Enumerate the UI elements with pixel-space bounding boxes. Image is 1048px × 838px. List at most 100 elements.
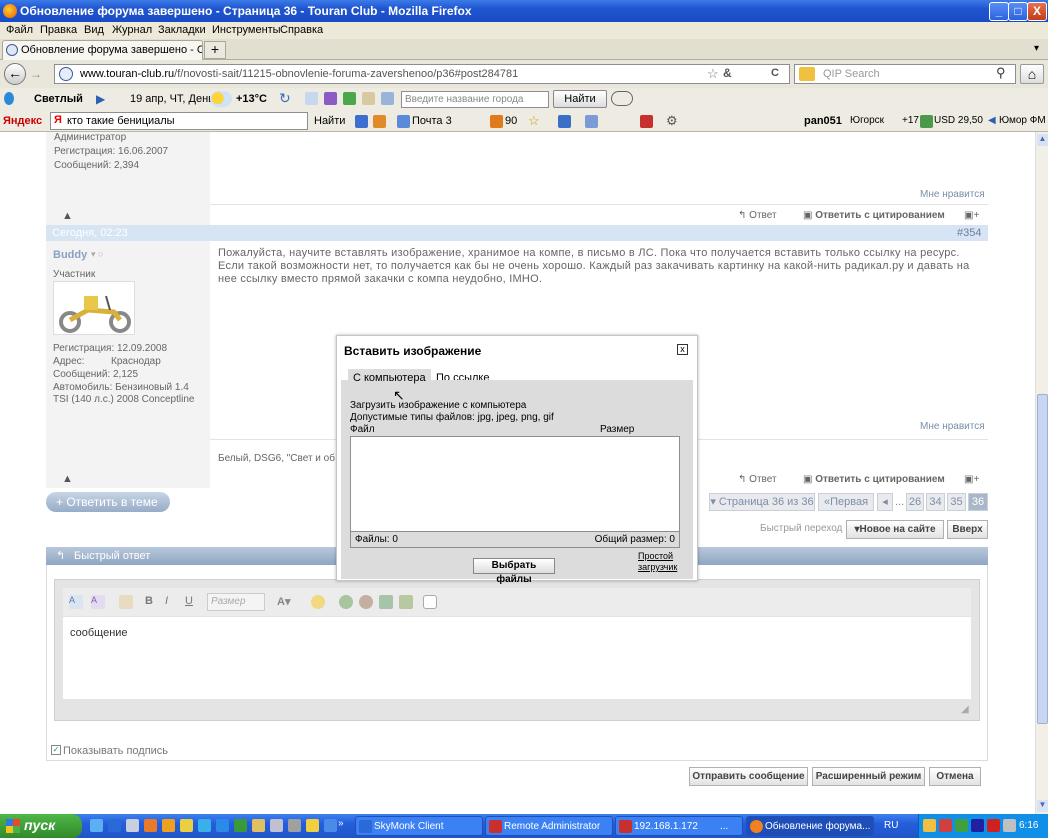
toolbar-icon-2[interactable]	[324, 92, 337, 105]
underline-icon[interactable]: U	[185, 595, 193, 607]
tray-icon-5[interactable]	[987, 819, 1000, 832]
dialog-close-button[interactable]: x	[677, 344, 688, 355]
video-icon[interactable]	[399, 595, 413, 609]
qip-search-input[interactable]: QIP Search ⚲	[794, 64, 1016, 84]
minimize-button[interactable]: _	[989, 2, 1009, 21]
simple-uploader-link[interactable]: Простой загрузчик	[638, 551, 682, 573]
url-bar[interactable]: www.touran-club.ru/f/novosti-sait/11215-…	[54, 64, 790, 84]
reply-thread-button[interactable]: + Ответить в теме	[46, 492, 170, 512]
close-button[interactable]: X	[1027, 2, 1047, 21]
font-icon[interactable]: A▾	[277, 595, 290, 608]
tray-icon-6[interactable]	[1003, 819, 1016, 832]
page-35[interactable]: 35	[947, 493, 966, 511]
post2-number[interactable]: #354	[957, 227, 981, 239]
post2-avatar[interactable]	[53, 281, 135, 335]
post2-author[interactable]: Buddy	[53, 249, 87, 261]
new-on-site-dropdown[interactable]: ▾Новое на сайте	[846, 520, 944, 539]
yandex-find-button[interactable]: Найти	[314, 115, 345, 127]
unlink-icon[interactable]	[359, 595, 373, 609]
paste-icon[interactable]	[119, 595, 133, 609]
maximize-button[interactable]: □	[1008, 2, 1028, 21]
yandex-icon-6[interactable]	[558, 115, 571, 128]
ampersand-icon[interactable]: &	[723, 66, 732, 80]
new-tab-button[interactable]: +	[204, 41, 226, 59]
city-input[interactable]: Введите название города	[401, 91, 549, 108]
quicklaunch-icon-14[interactable]	[324, 819, 337, 832]
forward-button[interactable]: →	[30, 67, 42, 81]
menu-view[interactable]: Вид	[84, 24, 104, 36]
task-192[interactable]: 192.168.1.172...	[615, 816, 743, 836]
quicklaunch-icon-11[interactable]	[270, 819, 283, 832]
quicklaunch-icon-4[interactable]	[144, 819, 157, 832]
quicklaunch-icon-9[interactable]	[234, 819, 247, 832]
smiley-icon[interactable]	[311, 595, 325, 609]
yandex-icon-7[interactable]	[585, 115, 598, 128]
menu-help[interactable]: Справка	[280, 24, 323, 36]
star-icon[interactable]: ☆	[528, 113, 540, 129]
resize-handle-icon[interactable]: ◢	[961, 704, 969, 715]
page-scrollbar[interactable]: ▲ ▼	[1035, 132, 1048, 814]
task-skymonk[interactable]: SkyMonk Client	[355, 816, 483, 836]
magnifier-icon[interactable]: ⚲	[996, 65, 1006, 81]
back-button[interactable]: ←	[4, 63, 26, 85]
top-button[interactable]: Вверх	[947, 520, 988, 539]
tray-icon-1[interactable]	[923, 819, 936, 832]
search-engine-icon[interactable]	[799, 67, 815, 81]
quicklaunch-icon-12[interactable]	[288, 819, 301, 832]
font-color-icon[interactable]: A	[69, 595, 83, 609]
message-textarea[interactable]: сообщение	[63, 617, 971, 699]
toolbar-icon-4[interactable]	[362, 92, 375, 105]
quicklaunch-icon-13[interactable]	[306, 819, 319, 832]
task-remote-admin[interactable]: Remote Administrator	[485, 816, 613, 836]
quicklaunch-icon-1[interactable]	[90, 819, 103, 832]
task-firefox[interactable]: Обновление форума...	[746, 816, 874, 836]
page-34[interactable]: 34	[926, 493, 945, 511]
file-list[interactable]	[350, 436, 680, 532]
tab-from-computer[interactable]: С компьютера	[348, 369, 431, 387]
scroll-thumb[interactable]	[1037, 394, 1048, 724]
menu-tools[interactable]: Инструменты	[212, 24, 281, 36]
toolbar-icon-1[interactable]	[305, 92, 318, 105]
yandex-radio[interactable]: Юмор ФМ	[999, 115, 1046, 126]
reload-button[interactable]: C	[771, 67, 779, 79]
post2-reply-button[interactable]: ↰ Ответ	[738, 474, 777, 485]
language-indicator[interactable]: RU	[884, 820, 898, 831]
yandex-icon-8[interactable]	[640, 115, 653, 128]
page-26[interactable]: 26	[906, 493, 924, 511]
post2-like[interactable]: Мне нравится	[920, 421, 985, 432]
font-size-select[interactable]: Размер	[207, 593, 265, 611]
send-message-button[interactable]: Отправить сообщение	[689, 767, 808, 786]
quicklaunch-icon-8[interactable]	[216, 819, 229, 832]
advanced-mode-button[interactable]: Расширенный режим	[812, 767, 925, 786]
mail-icon[interactable]	[397, 115, 410, 128]
quicklaunch-icon-3[interactable]	[126, 819, 139, 832]
chat-bubble-icon[interactable]	[611, 91, 633, 106]
yandex-mail[interactable]: Почта 3	[412, 115, 452, 127]
palm-icon[interactable]	[343, 92, 356, 105]
yandex-icon-4[interactable]	[490, 115, 503, 128]
tab-list-button[interactable]: ▾	[1034, 43, 1039, 54]
quicklaunch-more-icon[interactable]: »	[338, 818, 344, 829]
show-signature-checkbox[interactable]: ✓	[51, 745, 61, 755]
yandex-icon-2[interactable]	[373, 115, 386, 128]
scroll-up-button[interactable]: ▲	[1037, 134, 1048, 146]
bookmark-star-icon[interactable]: ☆	[707, 66, 719, 82]
yandex-user[interactable]: pan051	[804, 115, 842, 127]
image-icon[interactable]	[379, 595, 393, 609]
weather-find-button[interactable]: Найти	[553, 90, 607, 108]
author-menu-icon[interactable]: ▾ ○	[91, 249, 103, 260]
weather-label[interactable]: Светлый	[34, 93, 83, 105]
quicklaunch-icon-10[interactable]	[252, 819, 265, 832]
italic-icon[interactable]: I	[165, 595, 168, 607]
gear-icon[interactable]: ⚙	[666, 113, 678, 129]
toolbar-icon-5[interactable]	[381, 92, 394, 105]
post1-like[interactable]: Мне нравится	[920, 189, 985, 200]
post2-multiquote-icon[interactable]: ▣+	[964, 474, 979, 485]
site-identity-icon[interactable]	[59, 67, 73, 81]
page-36[interactable]: 36	[968, 493, 988, 511]
tab-forum[interactable]: Обновление форума завершено - Страниц...	[2, 40, 203, 60]
yandex-search-input[interactable]: Я кто такие бенициалы	[50, 112, 308, 130]
speaker-icon[interactable]: ◀	[988, 115, 996, 126]
quicklaunch-icon-6[interactable]	[180, 819, 193, 832]
collapse-arrow-icon[interactable]: ↰	[56, 549, 65, 562]
